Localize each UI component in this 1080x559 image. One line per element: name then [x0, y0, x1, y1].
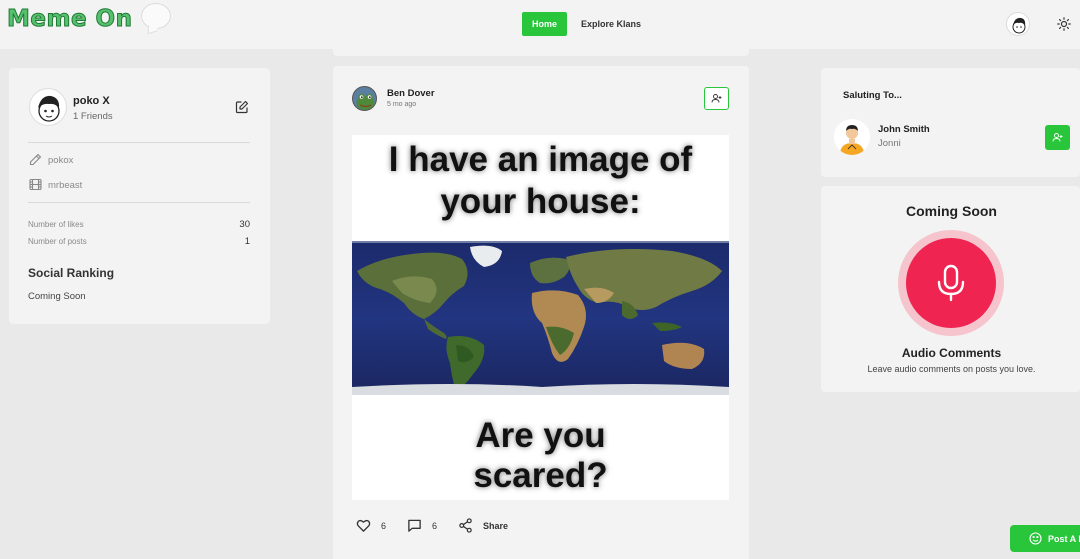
profile-friends-count[interactable]: 1 Friends	[73, 111, 113, 122]
frog-avatar-icon	[353, 87, 376, 110]
coming-soon-card: Coming Soon Audio Comments Leave audio c…	[821, 186, 1080, 392]
film-icon	[29, 178, 42, 191]
meme-text-top-1: I have an image of	[388, 140, 693, 179]
post-author-name[interactable]: Ben Dover	[387, 88, 435, 99]
comment-icon	[408, 519, 421, 532]
posts-label: Number of posts	[28, 237, 87, 246]
profile-username: pokox	[48, 155, 74, 166]
share-icon	[459, 518, 472, 533]
post-author-avatar[interactable]	[352, 86, 377, 111]
likes-value: 30	[239, 219, 250, 230]
pencil-icon	[29, 153, 42, 166]
microphone-icon	[937, 264, 965, 302]
post-meme-image[interactable]: I have an image of your house: Are you s…	[352, 135, 729, 500]
post-a-meme-button[interactable]: Post A M	[1010, 525, 1080, 552]
main-nav: Home Explore Klans	[522, 12, 641, 36]
person-avatar-icon	[834, 119, 870, 155]
meme-text-bottom-1: Are you	[475, 416, 606, 455]
audio-comments-description: Leave audio comments on posts you love.	[867, 364, 1036, 374]
social-ranking-title: Social Ranking	[28, 266, 115, 280]
top-navbar: Meme On Home Explore Klans	[0, 0, 1080, 49]
previous-post-card	[333, 44, 749, 56]
heart-icon	[356, 519, 371, 532]
profile-favorite: mrbeast	[48, 180, 83, 191]
like-button[interactable]: 6	[356, 518, 386, 533]
likes-label: Number of likes	[28, 220, 84, 229]
avatar-face-icon	[1012, 17, 1026, 34]
saluting-card: Saluting To... John Smith Jonni	[821, 68, 1080, 177]
profile-card: poko X 1 Friends pokox mrbeast Number of…	[9, 68, 270, 324]
audio-record-button[interactable]	[906, 238, 996, 328]
nav-explore-klans-link[interactable]: Explore Klans	[581, 19, 641, 29]
post-timestamp: 5 mo ago	[387, 101, 417, 108]
saluting-user-name[interactable]: John Smith	[878, 124, 930, 135]
meme-text-bottom-2: scared?	[473, 456, 608, 495]
smile-icon	[1029, 532, 1042, 545]
theme-toggle-sun-icon[interactable]	[1057, 17, 1071, 31]
user-avatar[interactable]	[1006, 12, 1030, 36]
post-button-label: Post A M	[1048, 533, 1080, 544]
avatar-face-icon	[38, 95, 60, 122]
social-ranking-text: Coming Soon	[28, 291, 86, 302]
nav-home-button[interactable]: Home	[522, 12, 568, 36]
world-map-image	[352, 241, 729, 395]
user-plus-icon	[711, 94, 722, 103]
profile-avatar[interactable]	[29, 88, 67, 126]
user-plus-icon	[1052, 133, 1063, 142]
divider	[28, 142, 250, 143]
share-label: Share	[483, 520, 509, 531]
saluting-title: Saluting To...	[843, 90, 902, 101]
coming-soon-title: Coming Soon	[906, 203, 997, 219]
saluting-user-username: Jonni	[878, 138, 901, 149]
edit-profile-icon[interactable]	[235, 100, 249, 114]
add-friend-button[interactable]	[704, 87, 729, 110]
comment-button[interactable]: 6	[407, 518, 437, 533]
post-card: Ben Dover 5 mo ago I have an image of yo…	[333, 66, 749, 559]
share-button[interactable]: Share	[458, 518, 508, 533]
profile-name: poko X	[73, 95, 110, 107]
post-actions: 6 6 Share	[356, 518, 529, 533]
app-logo[interactable]: Meme On	[7, 3, 171, 33]
logo-text: Meme On	[7, 6, 133, 33]
saluting-user-avatar[interactable]	[834, 119, 870, 155]
audio-comments-title: Audio Comments	[901, 346, 1002, 360]
posts-value: 1	[244, 236, 250, 247]
comment-count: 6	[432, 520, 438, 531]
meme-text-top-2: your house:	[440, 182, 641, 221]
speech-bubble-icon	[140, 3, 171, 29]
like-count: 6	[381, 520, 387, 531]
divider	[28, 202, 250, 203]
add-friend-button[interactable]	[1045, 125, 1070, 150]
